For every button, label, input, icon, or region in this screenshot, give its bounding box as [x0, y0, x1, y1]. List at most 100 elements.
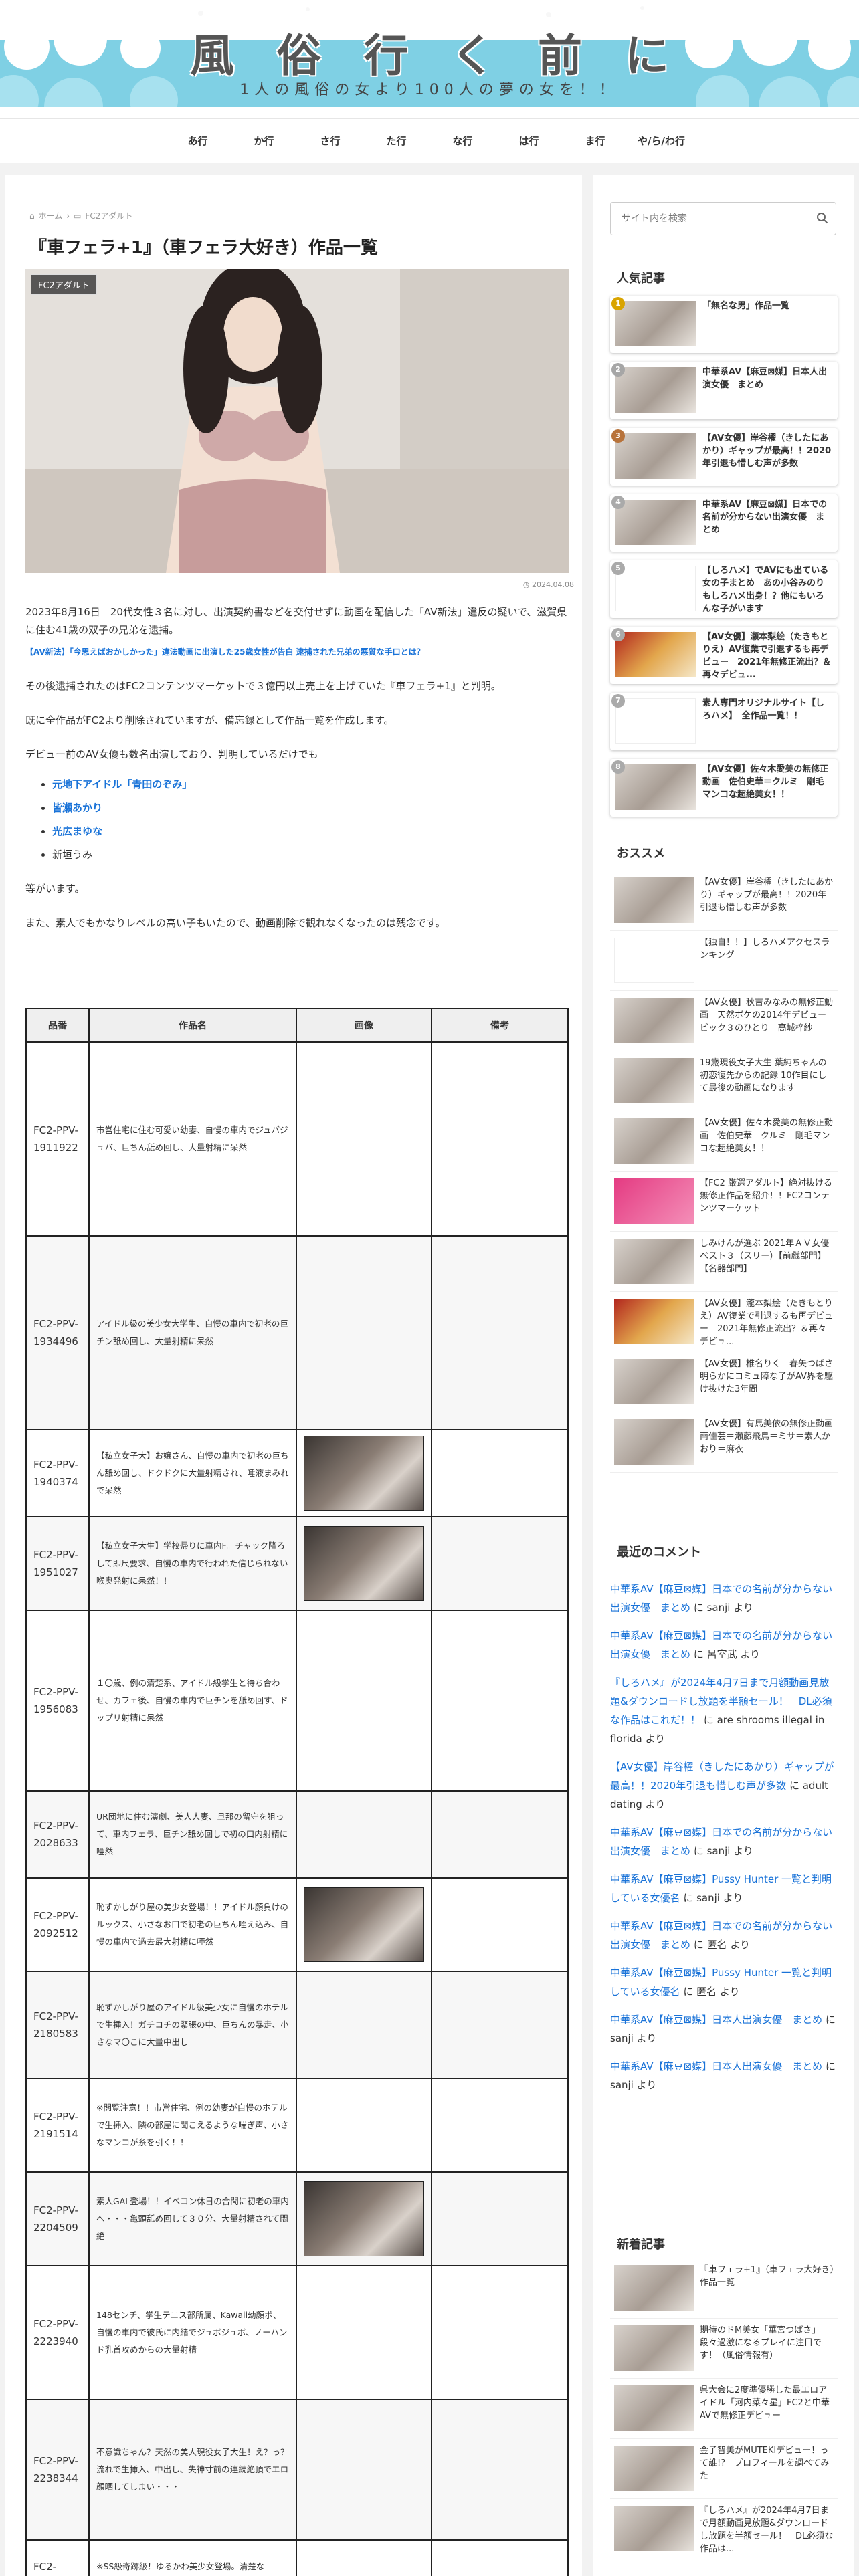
recommend-item[interactable]: 【FC2 厳選アダルト】絶対抜ける無修正作品を紹介！！FC2コンテンツマーケット	[610, 1172, 838, 1232]
site-title[interactable]: 風俗行く前に	[0, 20, 859, 84]
comment-post-link[interactable]: 中華系AV【麻豆⊠媒】日本人出演女優 まとめ	[610, 2060, 822, 2072]
eyecatch-photo	[25, 269, 569, 573]
nav-item-na[interactable]: な行	[430, 119, 496, 163]
work-thumbnail[interactable]	[304, 1436, 424, 1511]
table-row: FC2-PPV-1940374 【私立女子大】お嬢さん、自慢の車内で初老の巨ちん舐…	[25, 1429, 569, 1517]
recommend-title: おススメ	[617, 847, 665, 861]
rank-badge: 5	[611, 562, 625, 575]
comment-item: 中華系AV【麻豆⊠媒】日本人出演女優 まとめ に sanji より	[610, 2057, 838, 2095]
new-post-item[interactable]: 『車フェラ+1』（車フェラ大好き）作品一覧	[610, 2258, 838, 2319]
comment-item: 『しろハメ』が2024年4月7日まで月額動画見放題&ダウンロードし放題を半額セー…	[610, 1673, 838, 1748]
table-row: FC2-PPV-1956083 １〇歳、例の清楚系、アイドル級学生と待ち合わせ、カ…	[25, 1610, 569, 1792]
category-label[interactable]: FC2アダルト	[31, 274, 97, 295]
nav-item-ta[interactable]: た行	[363, 119, 430, 163]
comment-post-link[interactable]: 中華系AV【麻豆⊠媒】日本人出演女優 まとめ	[610, 2014, 822, 2026]
work-code: FC2-PPV-1956083	[25, 1610, 90, 1792]
recommend-title-text: 【AV女優】岸谷櫂（きしたにあかり）ギャップが最高！！2020年引退も惜しむ声が…	[700, 877, 833, 913]
work-code: FC2-	[25, 2539, 90, 2576]
popular-card[interactable]: 8 【AV女優】佐々木愛美の無修正動画 佐伯史華＝クルミ 剛毛マンコな超絶美女！！	[610, 759, 838, 817]
work-thumbnail[interactable]	[304, 1526, 424, 1601]
popular-thumbnail	[615, 698, 696, 744]
work-thumbnail[interactable]	[304, 1887, 424, 1962]
rank-badge: 1	[611, 297, 625, 310]
recommend-title-text: 【AV女優】有馬美依の無修正動画 南佳芸＝瀬藤飛鳥＝ミサ＝素人かおり＝麻衣	[700, 1419, 842, 1455]
popular-thumbnail	[615, 500, 696, 545]
clock-icon: ◷	[522, 580, 530, 589]
recommend-item[interactable]: 【独自！！】しろハメアクセスランキング	[610, 931, 838, 991]
popular-card[interactable]: 2 中華系AV【麻豆⊠媒】日本人出演女優 まとめ	[610, 362, 838, 419]
sidebar: 人気記事 1 「無名な男」作品一覧 2 中華系AV【麻豆⊠媒】日本人出演女優 まとめ 3…	[593, 175, 854, 2576]
comments-list: 中華系AV【麻豆⊠媒】日本での名前が分からない出演女優 まとめ に sanji …	[610, 1580, 838, 2104]
table-row: FC2-PPV-1911922 市営住宅に住む可愛い幼妻、自慢の車内でジュバジュバ…	[25, 1041, 569, 1237]
popular-card[interactable]: 4 中華系AV【麻豆⊠媒】日本での名前が分からない出演女優 まとめ	[610, 494, 838, 552]
table-row: FC2-PPV-2028633 UR団地に住む演劇、美人人妻、旦那の留守を狙って、…	[25, 1790, 569, 1879]
recommend-item[interactable]: 【AV女優】佐々木愛美の無修正動画 佐伯史華＝クルミ 剛毛マンコな超絶美女！！	[610, 1111, 838, 1172]
actress-link[interactable]: 皆瀬あかり	[52, 802, 102, 814]
comment-item: 中華系AV【麻豆⊠媒】Pussy Hunter 一覧と判明している女優名 に s…	[610, 1870, 838, 1907]
popular-title: 人気記事	[617, 272, 665, 286]
work-title: 市営住宅に住む可愛い幼妻、自慢の車内でジュバジュバ、巨ちん舐め回し、大量射精に呆…	[88, 1041, 297, 1237]
work-memo	[431, 1041, 569, 1237]
paragraph: 既に全作品がFC2より削除されていますが、備忘録として作品一覧を作成します。	[25, 714, 394, 726]
nav-item-ka[interactable]: か行	[231, 119, 297, 163]
nav-item-ha[interactable]: は行	[496, 119, 562, 163]
recommend-item[interactable]: 【AV女優】秋吉みなみの無修正動画 天然ボケの2014年デビュー ビック３のひと…	[610, 991, 838, 1051]
nav-item-a[interactable]: あ行	[165, 119, 231, 163]
recommend-title-text: 【AV女優】瀧本梨絵（たきもとりえ）AV復業で引退するも再デビュー 2021年無…	[700, 1299, 833, 1347]
new-post-item[interactable]: 県大会に2度準優勝した最エロアイドル「河内菜々星」FC2と中華AVで無修正デビュ…	[610, 2379, 838, 2439]
work-title: 不意識ちゃん？天然の美人現役女子大生！え？っ？流れで生挿入、中出し、失神寸前の連…	[88, 2399, 297, 2541]
comment-author: に 呂室武 より	[693, 1648, 761, 1660]
work-thumbnail[interactable]	[304, 2181, 424, 2256]
work-code: FC2-PPV-1934496	[25, 1235, 90, 1430]
news-link[interactable]: 【AV新法】「今思えばおかしかった」違法動画に出演した25歳女性が告白 逮捕され…	[25, 643, 569, 661]
list-item: 新垣うみ	[52, 846, 569, 864]
nav-item-sa[interactable]: さ行	[297, 119, 363, 163]
recommend-item[interactable]: 【AV女優】有馬美依の無修正動画 南佳芸＝瀬藤飛鳥＝ミサ＝素人かおり＝麻衣	[610, 1412, 842, 1473]
paragraph: デビュー前のAV女優も数名出演しており、判明しているだけでも	[25, 748, 318, 760]
recommend-item[interactable]: 【AV女優】椎名りく＝春矢つばさ 明らかにコミュ障な子がAV界を駆け抜けた3年間	[610, 1352, 842, 1412]
popular-card[interactable]: 5 【しろハメ】でAVにも出ている女の子まとめ あの小谷みのりもしろハメ出身！？他…	[610, 560, 838, 618]
popular-card[interactable]: 7 素人専門オリジナルサイト【しろハメ】 全作品一覧！！	[610, 693, 838, 750]
rank-badge: 8	[611, 760, 625, 774]
work-memo	[431, 1516, 569, 1611]
table-row: FC2- ※SS級奇跡級！ゆるかわ美少女登場。清楚な	[25, 2539, 569, 2576]
site-tagline: 1人の風俗の女より100人の夢の女を！！	[240, 82, 619, 98]
site-header: 風俗行く前に 1人の風俗の女より100人の夢の女を！！	[0, 0, 859, 119]
work-code: FC2-PPV-1940374	[25, 1429, 90, 1517]
table-row: FC2-PPV-2180583 恥ずかしがり屋のアイドル級美少女に自慢のホテルで生…	[25, 1971, 569, 2079]
work-image-cell	[296, 1790, 432, 1879]
popular-title-text: 中華系AV【麻豆⊠媒】日本人出演女優 まとめ	[702, 367, 828, 390]
search-input[interactable]	[610, 202, 836, 235]
new-post-item[interactable]: 『しろハメ』が2024年4月7日まで月額動画見放題&ダウンロードし放題を半額セー…	[610, 2499, 838, 2559]
popular-title-text: 「無名な男」作品一覧	[702, 301, 790, 311]
nav-item-ma[interactable]: ま行	[562, 119, 628, 163]
new-posts-list: 『車フェラ+1』（車フェラ大好き）作品一覧 期待のドM美女「華宮つばさ」段々過激に…	[610, 2258, 838, 2559]
recommend-item[interactable]: 【AV女優】瀧本梨絵（たきもとりえ）AV復業で引退するも再デビュー 2021年無…	[610, 1292, 838, 1352]
popular-card[interactable]: 6 【AV女優】瀬本梨絵（たきもとりえ）AV復業で引退するも再デビュー 2021年…	[610, 627, 838, 684]
work-memo	[431, 2171, 569, 2266]
work-memo	[431, 2399, 569, 2541]
work-title: 【私立女子大】お嬢さん、自慢の車内で初老の巨ちん舐め回し、ドクドクに大量射精され…	[88, 1429, 297, 1517]
nav-item-yarawa[interactable]: や/ら/わ行	[628, 119, 694, 163]
actress-link[interactable]: 元地下アイドル「青田のぞみ」	[52, 778, 192, 790]
breadcrumb-home[interactable]: ホーム	[39, 211, 63, 221]
work-code: FC2-PPV-2223940	[25, 2265, 90, 2400]
comment-author: に 匿名 より	[683, 1985, 740, 1998]
new-post-item[interactable]: 金子智美がMUTEKIデビュー！って誰!? プロフィールを調べてみた	[610, 2439, 838, 2499]
recommend-item[interactable]: 19歳現役女子大生 葉純ちゃんの初恋復先からの記録 10作目にして最後の動画にな…	[610, 1051, 838, 1111]
work-image-cell	[296, 1516, 432, 1611]
actress-link[interactable]: 光広まゆな	[52, 825, 102, 837]
new-post-item[interactable]: 期待のドM美女「華宮つばさ」段々過激になるプレイに注目です！（風俗情報有）	[610, 2319, 838, 2379]
column-header: 品番	[25, 1008, 90, 1043]
recommend-item[interactable]: しみけんが選ぶ 2021年ＡＶ女優ベスト３（スリー）【前戯部門】【名器部門】	[610, 1232, 838, 1292]
recommend-item[interactable]: 【AV女優】岸谷櫂（きしたにあかり）ギャップが最高！！2020年引退も惜しむ声が…	[610, 871, 838, 931]
work-title: アイドル級の美少女大学生、自慢の車内で初老の巨チン舐め回し、大量射精に呆然	[88, 1235, 297, 1430]
table-row: FC2-PPV-2191514 ※閲覧注意！！市営住宅、例の幼妻が自慢のホテルで生…	[25, 2078, 569, 2173]
breadcrumb-category[interactable]: FC2アダルト	[85, 211, 132, 221]
work-code: FC2-PPV-2204509	[25, 2171, 90, 2266]
popular-card[interactable]: 1 「無名な男」作品一覧	[610, 296, 838, 353]
search-icon[interactable]	[816, 212, 828, 224]
work-title: 恥ずかしがり屋の美少女登場！！アイドル顔負けのルックス、小さなお口で初老の巨ちん…	[88, 1877, 297, 1972]
popular-title-text: 【AV女優】瀬本梨絵（たきもとりえ）AV復業で引退するも再デビュー 2021年無…	[702, 632, 832, 680]
popular-card[interactable]: 3 【AV女優】岸谷櫂（きしたにあかり）ギャップが最高！！2020年引退も惜しむ声…	[610, 428, 838, 486]
